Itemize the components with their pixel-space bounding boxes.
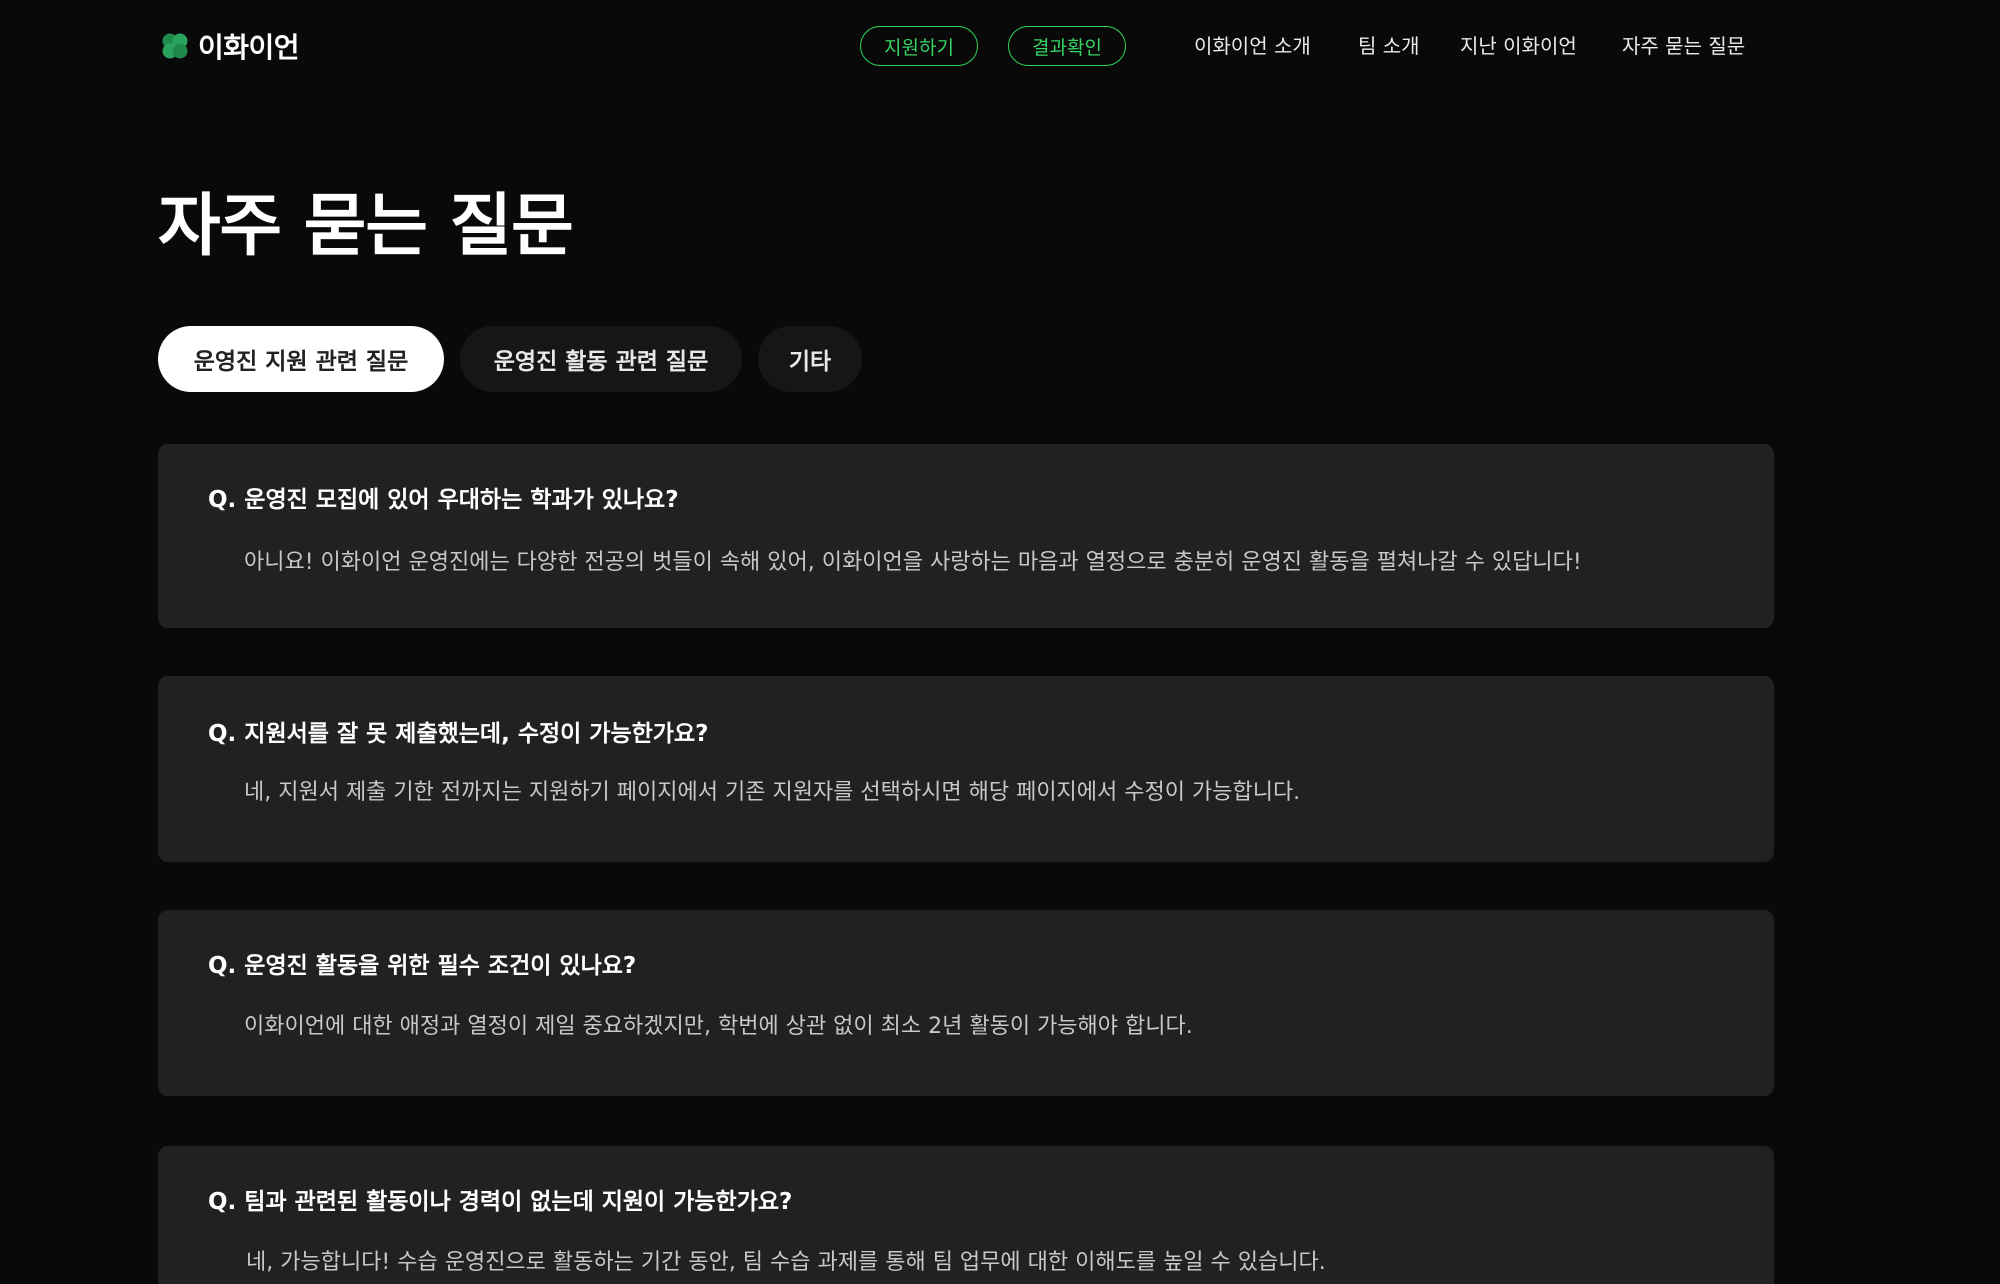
faq-question: Q. 팀과 관련된 활동이나 경력이 없는데 지원이 가능한가요? bbox=[208, 1189, 793, 1215]
tab-application-questions[interactable]: 운영진 지원 관련 질문 bbox=[158, 326, 444, 392]
apply-button[interactable]: 지원하기 bbox=[860, 26, 978, 66]
faq-item[interactable]: Q. 팀과 관련된 활동이나 경력이 없는데 지원이 가능한가요? 네, 가능합… bbox=[158, 1146, 1774, 1284]
logo[interactable]: 이화이언 bbox=[160, 26, 300, 66]
faq-answer: 아니요! 이화이언 운영진에는 다양한 전공의 벗들이 속해 있어, 이화이언을… bbox=[244, 550, 1582, 575]
nav-item-faq[interactable]: 자주 묻는 질문 bbox=[1622, 30, 1745, 59]
result-check-button[interactable]: 결과확인 bbox=[1008, 26, 1126, 66]
faq-question: Q. 지원서를 잘 못 제출했는데, 수정이 가능한가요? bbox=[208, 721, 709, 747]
tab-activity-questions[interactable]: 운영진 활동 관련 질문 bbox=[460, 326, 742, 392]
faq-answer: 이화이언에 대한 애정과 열정이 제일 중요하겠지만, 학번에 상관 없이 최소… bbox=[244, 1014, 1193, 1039]
nav-item-team[interactable]: 팀 소개 bbox=[1358, 30, 1420, 59]
faq-item[interactable]: Q. 운영진 활동을 위한 필수 조건이 있나요? 이화이언에 대한 애정과 열… bbox=[158, 910, 1774, 1096]
logo-text: 이화이언 bbox=[198, 31, 300, 64]
faq-question: Q. 운영진 모집에 있어 우대하는 학과가 있나요? bbox=[208, 487, 679, 513]
faq-list: Q. 운영진 모집에 있어 우대하는 학과가 있나요? 아니요! 이화이언 운영… bbox=[158, 444, 1774, 1284]
nav-item-about[interactable]: 이화이언 소개 bbox=[1194, 30, 1311, 59]
nav-item-past[interactable]: 지난 이화이언 bbox=[1460, 30, 1577, 59]
clover-icon bbox=[162, 33, 188, 59]
tab-other[interactable]: 기타 bbox=[758, 326, 862, 392]
faq-item[interactable]: Q. 지원서를 잘 못 제출했는데, 수정이 가능한가요? 네, 지원서 제출 … bbox=[158, 676, 1774, 862]
page-title: 자주 묻는 질문 bbox=[158, 187, 574, 266]
faq-page: 이화이언 지원하기 결과확인 이화이언 소개 팀 소개 지난 이화이언 자주 묻… bbox=[0, 0, 2000, 1284]
faq-answer: 네, 지원서 제출 기한 전까지는 지원하기 페이지에서 기존 지원자를 선택하… bbox=[244, 780, 1301, 805]
faq-question: Q. 운영진 활동을 위한 필수 조건이 있나요? bbox=[208, 953, 637, 979]
faq-answer: 네, 가능합니다! 수습 운영진으로 활동하는 기간 동안, 팀 수습 과제를 … bbox=[246, 1250, 1326, 1275]
site-header: 이화이언 지원하기 결과확인 이화이언 소개 팀 소개 지난 이화이언 자주 묻… bbox=[0, 0, 2000, 130]
faq-item[interactable]: Q. 운영진 모집에 있어 우대하는 학과가 있나요? 아니요! 이화이언 운영… bbox=[158, 444, 1774, 628]
